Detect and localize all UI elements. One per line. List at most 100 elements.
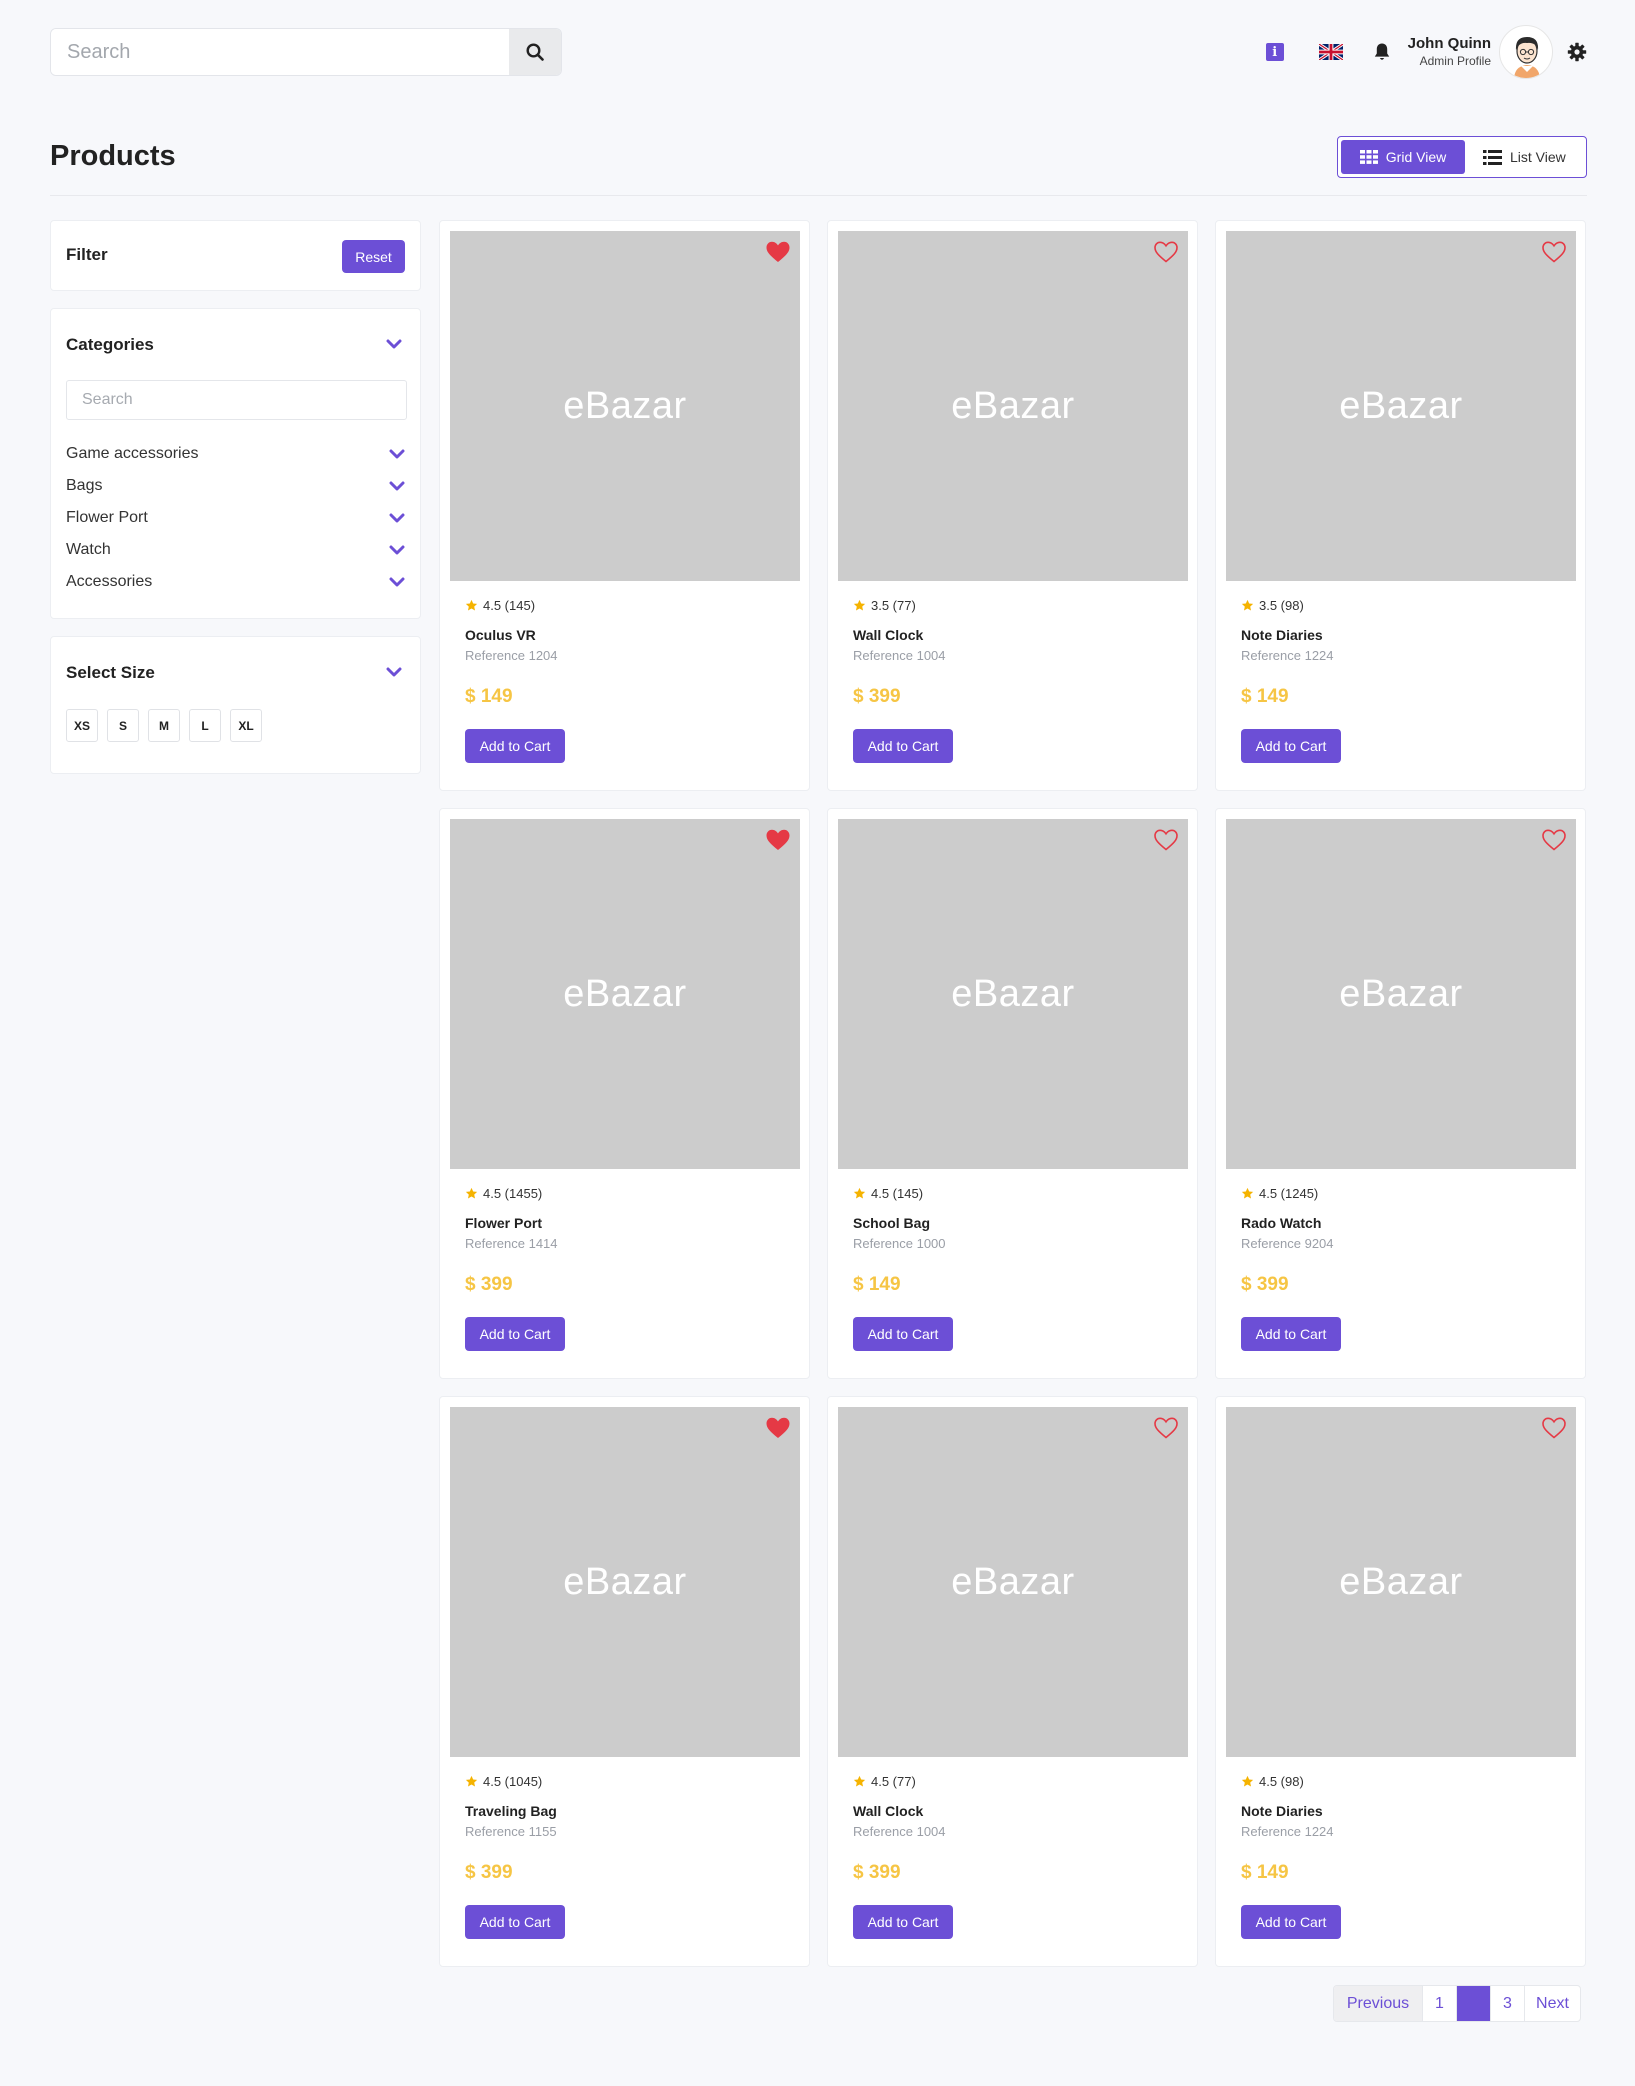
product-name[interactable]: Note Diaries [1241, 1803, 1323, 1819]
category-item[interactable]: Flower Port [66, 502, 407, 534]
category-item[interactable]: Bags [66, 470, 407, 502]
list-view-label: List View [1510, 149, 1566, 165]
product-rating: 4.5 (145) [465, 598, 535, 613]
product-card[interactable]: eBazar 4.5 (77) Wall Clock Reference 1004 $ … [827, 1396, 1198, 1967]
product-card[interactable]: eBazar 4.5 (1455) Flower Port Reference 141… [439, 808, 810, 1379]
heart-icon[interactable] [1153, 828, 1179, 852]
rating-text: 4.5 (98) [1259, 1774, 1304, 1789]
search-input[interactable] [51, 29, 509, 75]
star-icon [1241, 1187, 1254, 1199]
product-rating: 4.5 (145) [853, 1186, 923, 1201]
heart-icon[interactable] [1153, 1416, 1179, 1440]
size-title: Select Size [66, 663, 155, 682]
product-card[interactable]: eBazar 4.5 (1045) Traveling Bag Reference 1… [439, 1396, 810, 1967]
product-price: $ 149 [1241, 686, 1289, 707]
chevron-down-icon[interactable] [386, 667, 402, 678]
category-item[interactable]: Game accessories [66, 438, 407, 470]
chevron-down-icon[interactable] [386, 339, 402, 350]
product-image[interactable]: eBazar [450, 819, 800, 1169]
size-option[interactable]: M [148, 709, 180, 742]
heart-icon[interactable] [1541, 1416, 1567, 1440]
gear-icon[interactable] [1567, 42, 1587, 62]
chevron-down-icon[interactable] [389, 545, 405, 556]
add-to-cart-button[interactable]: Add to Cart [853, 1317, 953, 1351]
product-reference: Reference 9204 [1241, 1236, 1334, 1251]
heart-icon[interactable] [1541, 828, 1567, 852]
avatar[interactable] [1499, 25, 1553, 79]
product-image[interactable]: eBazar [838, 819, 1188, 1169]
product-image[interactable]: eBazar [838, 1407, 1188, 1757]
add-to-cart-button[interactable]: Add to Cart [1241, 1317, 1341, 1351]
bell-icon[interactable] [1373, 42, 1391, 62]
product-name[interactable]: School Bag [853, 1215, 930, 1231]
product-rating: 3.5 (98) [1241, 598, 1304, 613]
product-image[interactable]: eBazar [1226, 1407, 1576, 1757]
grid-view-button[interactable]: Grid View [1341, 140, 1465, 174]
chevron-down-icon[interactable] [389, 449, 405, 460]
product-card[interactable]: eBazar 3.5 (77) Wall Clock Reference 1004 $ … [827, 220, 1198, 791]
heart-icon[interactable] [1541, 240, 1567, 264]
category-item[interactable]: Accessories [66, 566, 407, 598]
add-to-cart-button[interactable]: Add to Cart [465, 1317, 565, 1351]
product-name[interactable]: Traveling Bag [465, 1803, 557, 1819]
size-option[interactable]: S [107, 709, 139, 742]
product-name[interactable]: Wall Clock [853, 1803, 923, 1819]
category-search-input[interactable] [66, 380, 407, 420]
product-name[interactable]: Rado Watch [1241, 1215, 1321, 1231]
search-icon [526, 43, 544, 61]
product-card[interactable]: eBazar 4.5 (1245) Rado Watch Reference 9204… [1215, 808, 1586, 1379]
search-button[interactable] [509, 29, 561, 75]
product-name[interactable]: Flower Port [465, 1215, 542, 1231]
avatar-illustration [1514, 37, 1540, 78]
heart-icon[interactable] [765, 240, 791, 264]
product-name[interactable]: Oculus VR [465, 627, 536, 643]
product-card[interactable]: eBazar 3.5 (98) Note Diaries Reference 1224… [1215, 220, 1586, 791]
pagination-next[interactable]: Next [1525, 1986, 1580, 2021]
uk-flag-icon[interactable] [1318, 44, 1343, 60]
product-card[interactable]: eBazar 4.5 (145) School Bag Reference 1000 $… [827, 808, 1198, 1379]
user-info[interactable]: John Quinn Admin Profile [1408, 35, 1491, 69]
product-rating: 3.5 (77) [853, 598, 916, 613]
add-to-cart-button[interactable]: Add to Cart [1241, 1905, 1341, 1939]
size-option[interactable]: XS [66, 709, 98, 742]
size-options: XS S M L XL [66, 709, 271, 742]
size-option[interactable]: XL [230, 709, 262, 742]
add-to-cart-button[interactable]: Add to Cart [465, 729, 565, 763]
product-image[interactable]: eBazar [1226, 231, 1576, 581]
chevron-down-icon[interactable] [389, 577, 405, 588]
size-option[interactable]: L [189, 709, 221, 742]
add-to-cart-button[interactable]: Add to Cart [1241, 729, 1341, 763]
product-name[interactable]: Wall Clock [853, 627, 923, 643]
product-image[interactable]: eBazar [450, 1407, 800, 1757]
product-price: $ 399 [465, 1862, 513, 1883]
add-to-cart-button[interactable]: Add to Cart [853, 729, 953, 763]
heart-icon[interactable] [1153, 240, 1179, 264]
list-view-button[interactable]: List View [1471, 140, 1578, 174]
heart-icon[interactable] [765, 828, 791, 852]
chevron-down-icon[interactable] [389, 481, 405, 492]
reset-button[interactable]: Reset [342, 240, 405, 273]
product-price: $ 399 [465, 1274, 513, 1295]
star-icon [1241, 1775, 1254, 1787]
product-name[interactable]: Note Diaries [1241, 627, 1323, 643]
pagination-previous[interactable]: Previous [1334, 1986, 1423, 2021]
add-to-cart-button[interactable]: Add to Cart [465, 1905, 565, 1939]
pagination-page[interactable]: 3 [1491, 1986, 1525, 2021]
product-card[interactable]: eBazar 4.5 (98) Note Diaries Reference 1224… [1215, 1396, 1586, 1967]
pagination-page[interactable]: 1 [1423, 1986, 1457, 2021]
chevron-down-icon[interactable] [389, 513, 405, 524]
category-item[interactable]: Watch [66, 534, 407, 566]
heart-icon[interactable] [765, 1416, 791, 1440]
add-to-cart-button[interactable]: Add to Cart [853, 1905, 953, 1939]
pagination-page-active[interactable] [1457, 1986, 1491, 2021]
rating-text: 4.5 (77) [871, 1774, 916, 1789]
product-image[interactable]: eBazar [450, 231, 800, 581]
user-role: Admin Profile [1419, 54, 1491, 68]
star-icon [465, 1775, 478, 1787]
grid-icon [1359, 150, 1378, 164]
product-image[interactable]: eBazar [1226, 819, 1576, 1169]
rating-text: 4.5 (1455) [483, 1186, 543, 1201]
product-image[interactable]: eBazar [838, 231, 1188, 581]
product-card[interactable]: eBazar 4.5 (145) Oculus VR Reference 1204 $ … [439, 220, 810, 791]
info-icon[interactable]: i [1265, 43, 1284, 61]
